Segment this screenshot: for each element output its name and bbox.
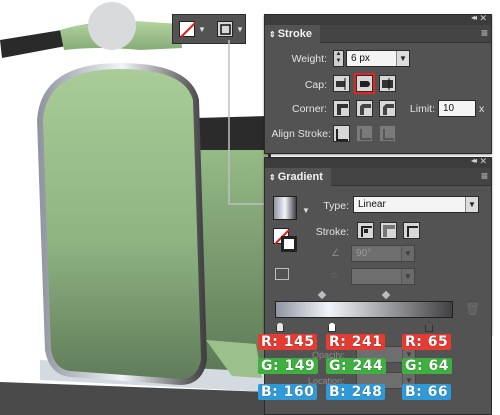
tab-gradient[interactable]: ⇕ Gradient [265,168,331,186]
weight-stepper[interactable]: ▲ ▼ [333,50,344,67]
type-label: Type: [323,200,349,212]
trash-icon[interactable]: 🗑 [465,302,480,316]
corner-label: Corner: [291,103,327,115]
tab-label: Stroke [277,28,312,40]
align-stroke-label: Align Stroke: [271,128,331,140]
align-stroke-icon[interactable] [217,21,233,37]
stroke-none-swatch-icon[interactable] [179,21,196,38]
panel-menu-icon[interactable]: ≡ [481,170,488,182]
aspect-ratio-dim-icon: ◌ [331,270,337,281]
align-center-button[interactable] [333,125,350,142]
cap-label: Cap: [304,79,327,91]
round-join-button[interactable] [356,100,373,117]
gradient-preview-swatch[interactable] [273,196,297,220]
gradient-panel: ◂◂ ✕ ⇕ Gradient ≡ ▼ Type: Linear ▼ Stroke: [264,156,492,335]
round-cap-button[interactable] [354,73,375,94]
panel-titlebar[interactable]: ◂◂ ✕ [265,156,491,168]
stop2-blue-label: B: 248 [326,384,386,400]
stop3-red-label: R: 65 [402,334,452,350]
dropdown-arrow-icon[interactable]: ▼ [198,25,206,34]
angle-field[interactable]: 90° ▼ [351,245,415,262]
stop2-green-label: G: 244 [326,358,387,374]
dropdown-arrow-icon[interactable]: ▼ [236,25,244,34]
butt-cap-button[interactable] [333,75,350,92]
chevron-down-icon[interactable]: ▼ [465,197,478,212]
panel-titlebar[interactable]: ◂◂ ✕ [265,13,491,25]
artboard-canvas: ▼ ▼ ◂◂ ✕ ⇕ Stroke ≡ Weight: ▲ ▼ 6 px ▼ Cap: [0,0,500,415]
chevron-down-icon[interactable]: ▼ [401,246,414,261]
stroke-swatch-bar: ▼ ▼ [172,14,246,44]
weight-value: 6 px [351,53,370,64]
angle-icon: ∠ [331,248,340,259]
gradient-slider-bar[interactable] [275,301,453,318]
stop2-red-label: R: 241 [326,334,386,350]
stroke-panel: ◂◂ ✕ ⇕ Stroke ≡ Weight: ▲ ▼ 6 px ▼ Cap: Cor… [264,13,492,154]
miter-join-button[interactable] [333,100,350,117]
chevron-down-icon[interactable]: ▼ [401,269,414,284]
chevron-down-icon[interactable]: ▼ [302,206,310,215]
fill-stroke-toggle-icon[interactable] [273,228,297,252]
align-outside-button[interactable] [379,125,396,142]
aspect-ratio-field[interactable]: ▼ [351,268,415,285]
chevron-down-icon[interactable]: ▼ [396,51,409,66]
stop1-blue-label: B: 160 [258,384,318,400]
projecting-cap-button[interactable] [379,75,396,92]
stop1-green-label: G: 149 [258,358,319,374]
stroke-label: Stroke: [315,226,349,238]
collapse-icon[interactable]: ◂◂ [471,13,477,22]
limit-value: 10 [443,103,455,114]
tab-arrow-icon: ⇕ [269,30,276,39]
stroke-within-button[interactable] [357,222,374,239]
limit-field[interactable]: 10 [438,100,476,117]
close-icon[interactable]: ✕ [479,13,487,24]
stop3-green-label: G: 64 [402,358,452,374]
gradient-midpoint-marker[interactable] [317,290,327,300]
close-icon[interactable]: ✕ [479,156,487,167]
gradient-midpoint-marker[interactable] [381,290,391,300]
weight-field[interactable]: 6 px ▼ [346,50,410,67]
align-inside-button[interactable] [356,125,373,142]
tab-row: ⇕ Gradient ≡ [265,168,491,186]
tab-row: ⇕ Stroke ≡ [265,25,491,43]
stroke-along-button[interactable] [380,222,397,239]
gradient-type-select[interactable]: Linear ▼ [353,196,479,213]
stroke-across-button[interactable] [403,222,420,239]
stop1-red-label: R: 145 [258,334,318,350]
bevel-join-button[interactable] [379,100,396,117]
tab-label: Gradient [277,171,323,183]
tab-stroke[interactable]: ⇕ Stroke [265,25,320,43]
stop3-blue-label: B: 66 [402,384,452,400]
panel-menu-icon[interactable]: ≡ [481,27,488,39]
aspect-ratio-icon [275,268,289,280]
angle-value: 90° [356,248,372,259]
type-value: Linear [358,199,386,210]
weight-label: Weight: [291,53,327,65]
tab-arrow-icon: ⇕ [269,173,276,182]
limit-suffix: x [479,103,485,115]
limit-label: Limit: [409,103,435,115]
collapse-icon[interactable]: ◂◂ [471,156,477,165]
